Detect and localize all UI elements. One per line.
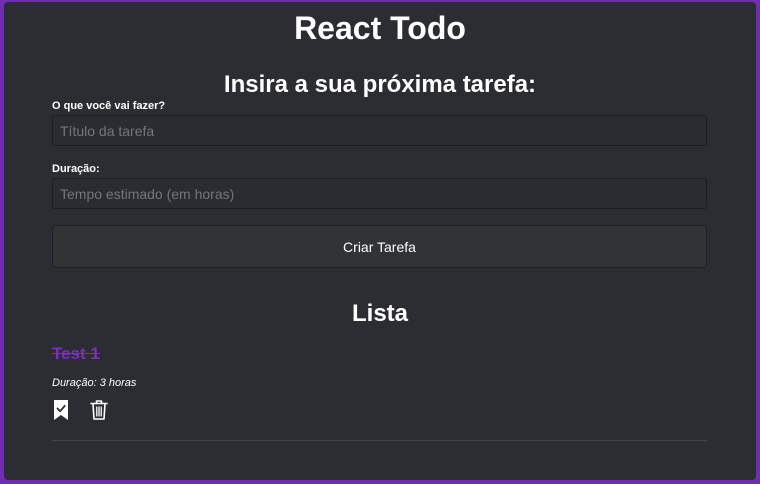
task-title: Test 1 bbox=[52, 344, 100, 363]
list-title: Lista bbox=[351, 300, 408, 327]
duration-label: Duração: bbox=[52, 163, 100, 175]
bookmark-check-icon[interactable] bbox=[52, 398, 70, 422]
app-container: React Todo Insira a sua próxima tarefa: … bbox=[4, 2, 756, 480]
duration-input[interactable] bbox=[52, 178, 707, 209]
task-title-input[interactable] bbox=[52, 115, 707, 146]
trash-icon[interactable] bbox=[90, 398, 108, 422]
app-title: React Todo bbox=[294, 10, 466, 46]
task-form: Insira a sua próxima tarefa: O que você … bbox=[52, 71, 708, 268]
task-item: Test 1 Duração: 3 horas bbox=[52, 344, 707, 441]
form-title: Insira a sua próxima tarefa: bbox=[223, 71, 537, 98]
task-actions bbox=[52, 398, 707, 422]
task-list: Test 1 Duração: 3 horas bbox=[52, 344, 708, 441]
create-task-button[interactable]: Criar Tarefa bbox=[52, 225, 707, 268]
task-title-label: O que você vai fazer? bbox=[52, 100, 166, 112]
task-duration: Duração: 3 horas bbox=[52, 377, 137, 389]
